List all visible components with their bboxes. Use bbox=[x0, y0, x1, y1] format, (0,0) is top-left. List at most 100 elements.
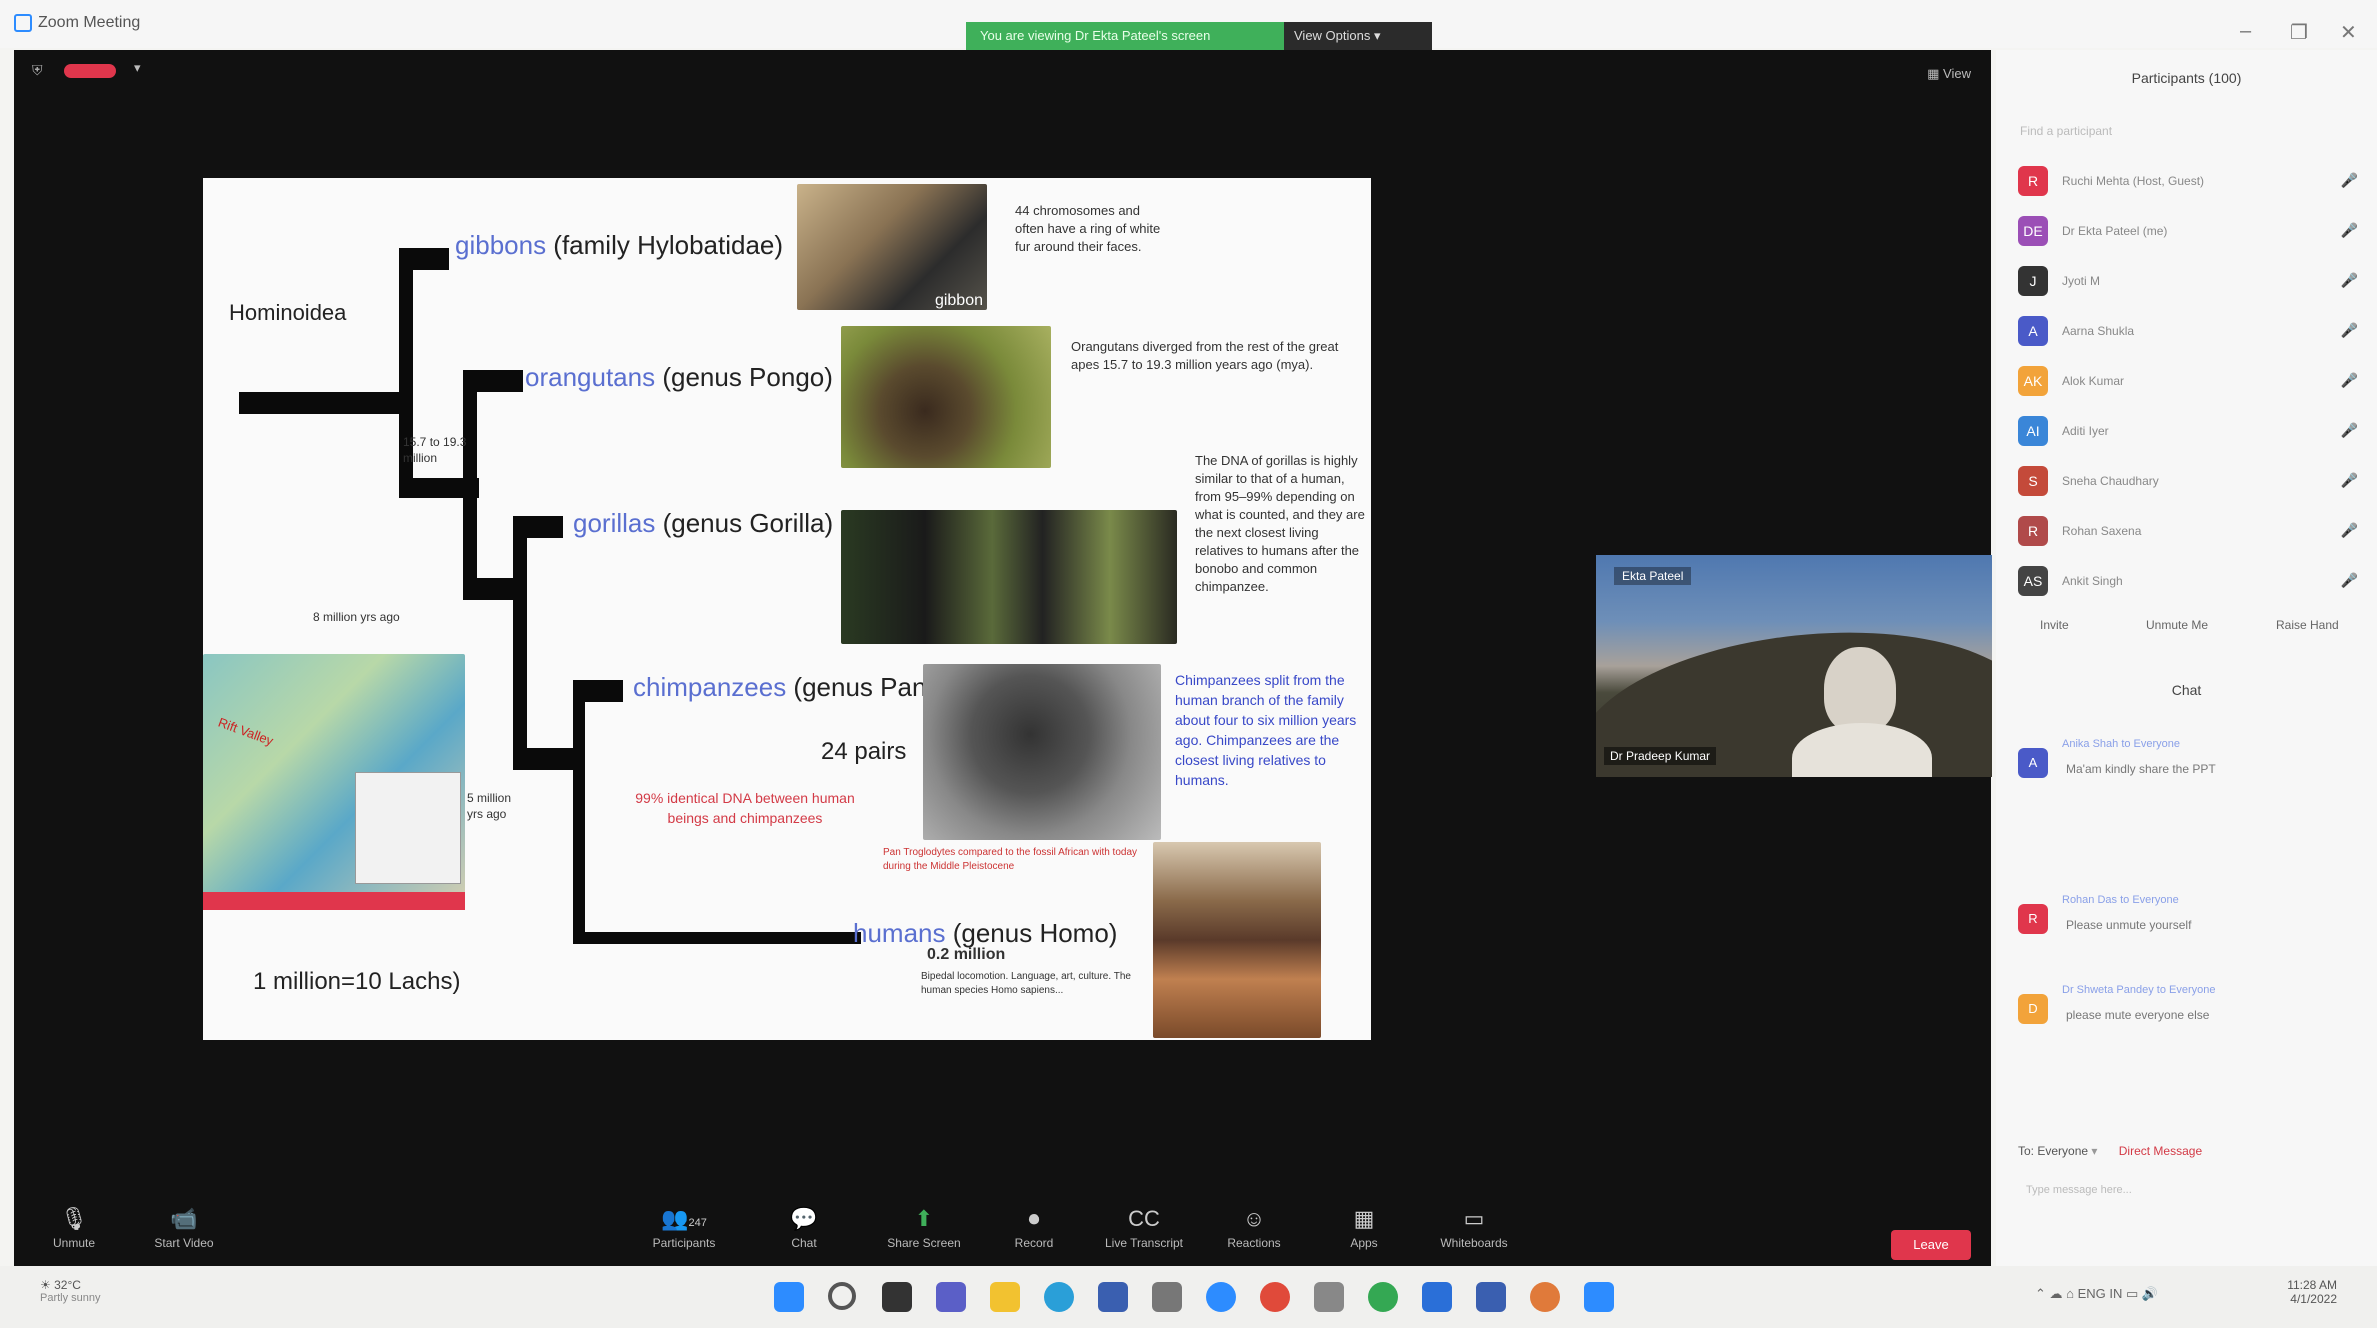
chrome2-icon[interactable] bbox=[1368, 1282, 1398, 1312]
gibbon-photo: gibbon bbox=[797, 184, 987, 310]
weather-widget[interactable]: ☀ 32°C Partly sunny bbox=[40, 1278, 101, 1304]
participant-row[interactable]: AI Aditi Iyer 🎤 bbox=[2018, 416, 2358, 450]
superfamily-label: Hominoidea bbox=[229, 300, 347, 325]
taxon-chimpanzees: chimpanzees (genus Pan) bbox=[633, 672, 936, 702]
chimpanzee-note: Chimpanzees split from the human branch … bbox=[1175, 672, 1357, 788]
participants-icon: 👥247 bbox=[661, 1206, 707, 1231]
human-age: 0.2 million bbox=[927, 946, 1006, 963]
mic-muted-icon: 🎤 bbox=[2340, 172, 2358, 188]
taxon-gibbons: gibbons (family Hylobatidae) bbox=[455, 230, 784, 260]
tree-branch-chimp bbox=[573, 680, 623, 702]
participant-row[interactable]: AK Alok Kumar 🎤 bbox=[2018, 366, 2358, 400]
tools-icon[interactable] bbox=[1314, 1282, 1344, 1312]
tree-branch-gibbon bbox=[399, 248, 449, 270]
chat-message: A Anika Shah to Everyone Ma'am kindly sh… bbox=[2018, 738, 2358, 848]
avatar: D bbox=[2018, 994, 2048, 1024]
speaker-tag: Ekta Pateel bbox=[1614, 567, 1692, 585]
avatar: AI bbox=[2018, 416, 2048, 446]
apps-button[interactable]: ▦ Apps bbox=[1314, 1206, 1414, 1250]
chat-button[interactable]: 💬 Chat bbox=[754, 1206, 854, 1250]
avatar: AS bbox=[2018, 566, 2048, 596]
hominin-skulls-photo bbox=[1153, 842, 1321, 1038]
close-icon[interactable]: ✕ bbox=[2340, 20, 2357, 45]
edge-icon[interactable] bbox=[1044, 1282, 1074, 1312]
chat-message-input[interactable]: Type message here... bbox=[2026, 1184, 2132, 1196]
whiteboards-button[interactable]: ▭ Whiteboards bbox=[1424, 1206, 1524, 1250]
search-icon[interactable] bbox=[828, 1282, 856, 1310]
apps-icon: ▦ bbox=[1353, 1206, 1375, 1231]
chat-message: D Dr Shweta Pandey to Everyone please mu… bbox=[2018, 984, 2358, 1064]
share-screen-icon: ⬆ bbox=[914, 1206, 934, 1231]
tree-stem-gorilla bbox=[513, 516, 527, 764]
minimize-icon[interactable]: – bbox=[2240, 20, 2251, 43]
start-video-button[interactable]: 📹 Start Video bbox=[134, 1206, 234, 1250]
map-image: Rift Valley bbox=[203, 654, 465, 910]
system-tray[interactable]: ⌃ ☁ ⌂ ENG IN ▭ 🔊 bbox=[2035, 1286, 2158, 1302]
chat-message: R Rohan Das to Everyone Please unmute yo… bbox=[2018, 894, 2358, 964]
chrome-icon[interactable] bbox=[1260, 1282, 1290, 1312]
title-bar: Zoom Meeting You are viewing Dr Ekta Pat… bbox=[0, 0, 2377, 50]
avatar: S bbox=[2018, 466, 2048, 496]
settings-icon[interactable] bbox=[1152, 1282, 1182, 1312]
participant-row[interactable]: R Rohan Saxena 🎤 bbox=[2018, 516, 2358, 550]
participant-row[interactable]: J Jyoti M 🎤 bbox=[2018, 266, 2358, 300]
view-options-button[interactable]: View Options ▾ bbox=[1284, 22, 1432, 50]
chat-recipient-row[interactable]: To: Everyone ▾ Direct Message bbox=[2018, 1144, 2358, 1158]
calc-icon[interactable] bbox=[1476, 1282, 1506, 1312]
dna-identity-note: 99% identical DNA between human beings a… bbox=[635, 790, 855, 826]
explorer-icon[interactable] bbox=[990, 1282, 1020, 1312]
shield-icon[interactable]: ⛨ bbox=[32, 62, 43, 79]
speaker-video-tile[interactable]: Ekta Pateel Dr Pradeep Kumar bbox=[1596, 555, 1992, 777]
send-to-selector[interactable]: To: Everyone bbox=[2018, 1144, 2088, 1158]
reactions-icon: ☺ bbox=[1242, 1206, 1266, 1231]
taxon-orangutans: orangutans (genus Pongo) bbox=[525, 362, 833, 392]
taxon-humans: humans (genus Homo) bbox=[853, 918, 1118, 948]
restore-icon[interactable]: ❐ bbox=[2290, 20, 2308, 45]
view-button[interactable]: ▦ View bbox=[1927, 66, 1971, 82]
chat-icon: 💬 bbox=[790, 1206, 818, 1231]
unmute-me-button[interactable]: Unmute Me bbox=[2146, 618, 2208, 632]
mic-icon: 🎙 bbox=[60, 1206, 88, 1231]
participants-button[interactable]: 👥247 Participants bbox=[634, 1206, 734, 1250]
zoom-icon[interactable] bbox=[1206, 1282, 1236, 1312]
live-transcript-button[interactable]: CC Live Transcript bbox=[1094, 1206, 1194, 1250]
leave-button[interactable]: Leave bbox=[1891, 1230, 1971, 1260]
photos-icon[interactable] bbox=[1530, 1282, 1560, 1312]
human-notes: Bipedal locomotion. Language, art, cultu… bbox=[921, 971, 1131, 996]
mic-muted-icon: 🎤 bbox=[2340, 272, 2358, 288]
mic-muted-icon: 🎤 bbox=[2340, 572, 2358, 588]
store-icon[interactable] bbox=[1098, 1282, 1128, 1312]
participant-row[interactable]: AS Ankit Singh 🎤 bbox=[2018, 566, 2358, 600]
participant-search-input[interactable]: Find a participant bbox=[2020, 124, 2112, 138]
mic-muted-icon: 🎤 bbox=[2340, 222, 2358, 238]
gibbon-note: 44 chromosomes and often have a ring of … bbox=[1015, 203, 1161, 254]
raise-hand-button[interactable]: Raise Hand bbox=[2276, 618, 2339, 632]
participant-row[interactable]: S Sneha Chaudhary 🎤 bbox=[2018, 466, 2358, 500]
share-banner: You are viewing Dr Ekta Pateel's screen … bbox=[966, 22, 1432, 50]
task-view-icon[interactable] bbox=[882, 1282, 912, 1312]
share-banner-text: You are viewing Dr Ekta Pateel's screen bbox=[966, 22, 1284, 50]
speaker-head bbox=[1824, 647, 1896, 733]
orangutan-note: Orangutans diverged from the rest of the… bbox=[1071, 339, 1339, 372]
mic-muted-icon: 🎤 bbox=[2340, 522, 2358, 538]
reactions-button[interactable]: ☺ Reactions bbox=[1204, 1206, 1304, 1250]
unmute-button[interactable]: 🎙 Unmute bbox=[24, 1206, 124, 1250]
avatar: R bbox=[2018, 166, 2048, 196]
start-icon[interactable] bbox=[774, 1282, 804, 1312]
mail-icon[interactable] bbox=[1422, 1282, 1452, 1312]
invite-button[interactable]: Invite bbox=[2040, 618, 2069, 632]
avatar: DE bbox=[2018, 216, 2048, 246]
divergence-chimp: 5 million yrs ago bbox=[467, 791, 512, 821]
video-icon: 📹 bbox=[170, 1206, 198, 1231]
record-button[interactable]: ⏺ Record bbox=[984, 1206, 1084, 1250]
clock[interactable]: 11:28 AM 4/1/2022 bbox=[2287, 1278, 2337, 1306]
tree-branch-gorilla bbox=[513, 516, 563, 538]
zoom2-icon[interactable] bbox=[1584, 1282, 1614, 1312]
sharing-menu[interactable]: ▾ bbox=[134, 60, 141, 76]
participant-row[interactable]: DE Dr Ekta Pateel (me) 🎤 bbox=[2018, 216, 2358, 250]
transcript-icon: CC bbox=[1128, 1206, 1160, 1231]
participant-row[interactable]: A Aarna Shukla 🎤 bbox=[2018, 316, 2358, 350]
share-screen-button[interactable]: ⬆ Share Screen bbox=[874, 1206, 974, 1250]
participant-row[interactable]: R Ruchi Mehta (Host, Guest) 🎤 bbox=[2018, 166, 2358, 200]
chat-app-icon[interactable] bbox=[936, 1282, 966, 1312]
